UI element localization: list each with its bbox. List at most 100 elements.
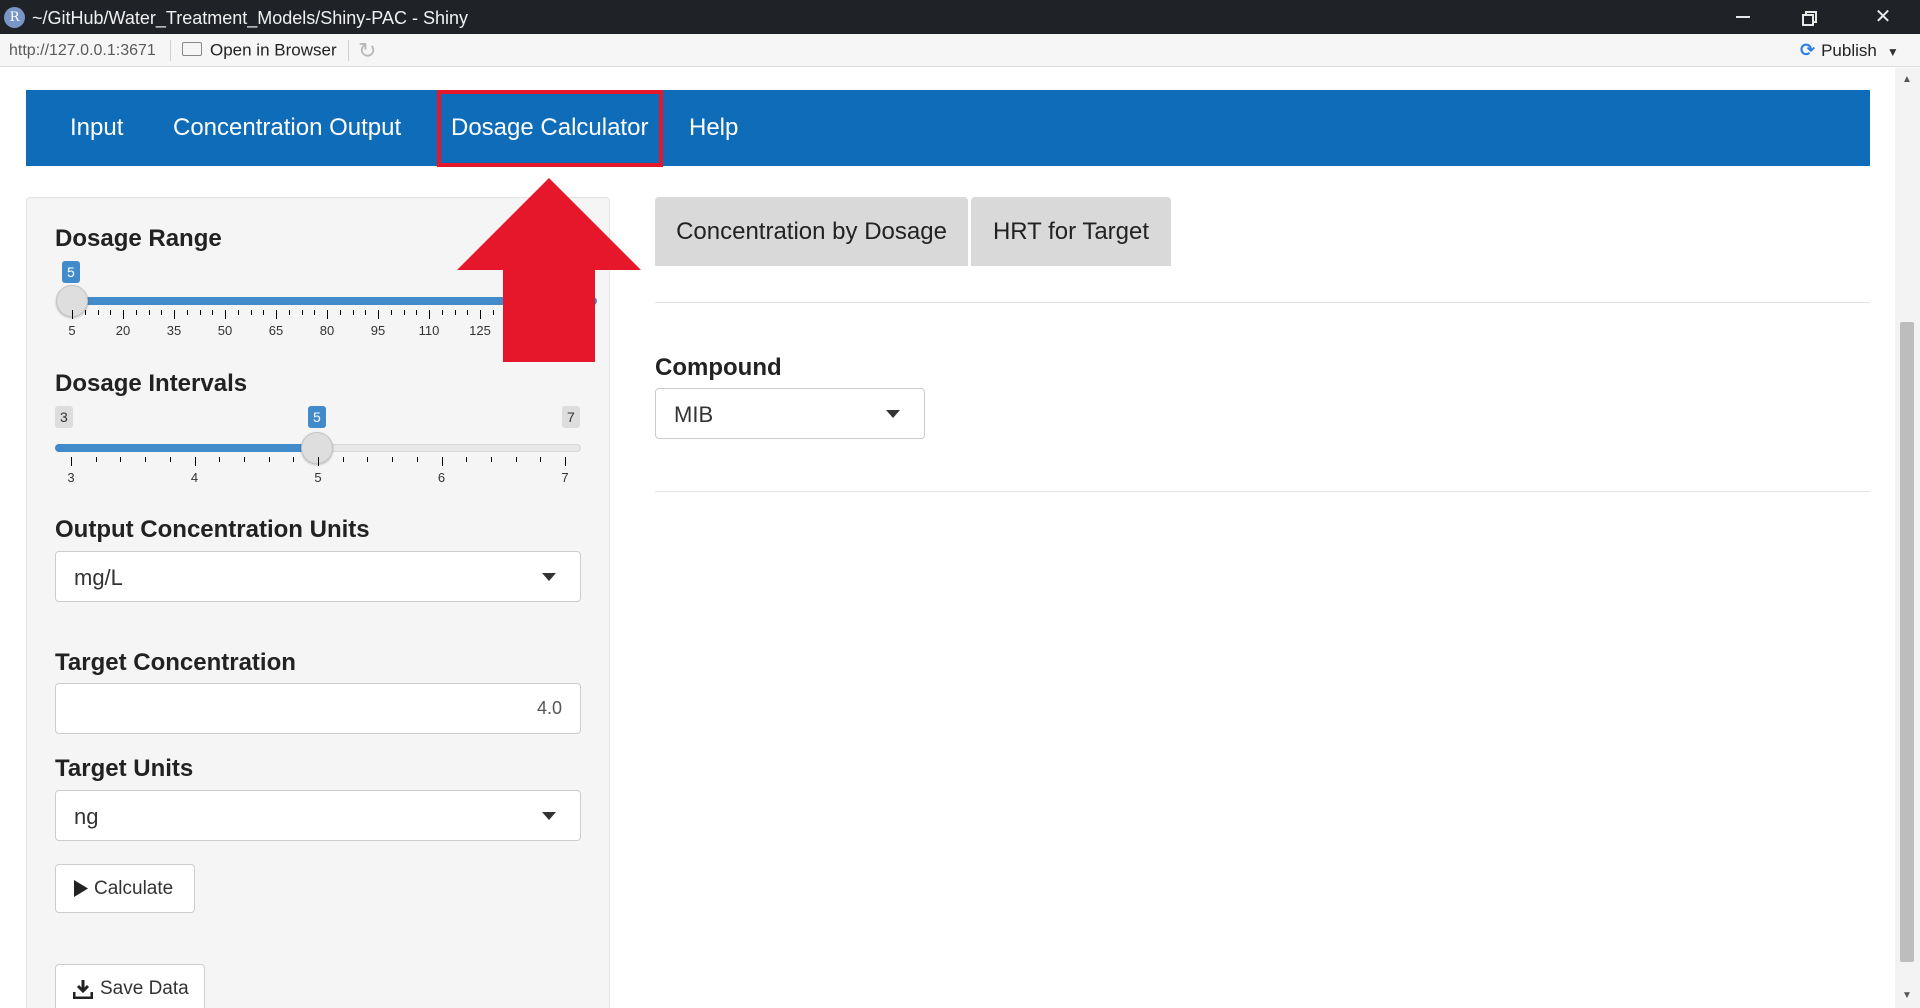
slider-minor-tick xyxy=(454,310,456,315)
slider-tick-label: 5 xyxy=(314,470,322,485)
publish-button[interactable]: ⟳ Publish ▼ xyxy=(1800,40,1899,61)
window-title: ~/GitHub/Water_Treatment_Models/Shiny-PA… xyxy=(32,8,468,28)
slider-minor-tick xyxy=(416,457,418,462)
highlight-box xyxy=(437,90,663,167)
url-display: http://127.0.0.1:3671 xyxy=(9,42,156,59)
restore-icon[interactable] xyxy=(1790,4,1832,30)
scrollbar-thumb[interactable] xyxy=(1900,322,1914,962)
slider-minor-tick xyxy=(120,457,122,462)
save-data-label: Save Data xyxy=(100,978,189,999)
chevron-down-icon xyxy=(542,812,556,820)
target-units-label: Target Units xyxy=(55,755,194,782)
slider-minor-tick xyxy=(490,457,492,462)
calculate-label: Calculate xyxy=(94,878,174,899)
dosage-intervals-min-badge: 3 xyxy=(55,406,73,428)
slider-minor-tick xyxy=(540,457,542,462)
slider-minor-tick xyxy=(219,457,221,462)
slider-tick-label: 80 xyxy=(319,323,335,338)
section-divider xyxy=(655,302,1870,303)
slider-major-tick xyxy=(318,457,319,466)
slider-major-tick xyxy=(225,310,226,319)
r-app-icon: R xyxy=(4,7,25,28)
calculate-button[interactable]: Calculate xyxy=(55,864,195,913)
dosage-intervals-value-badge: 5 xyxy=(308,406,326,428)
nav-tab-concentration-output[interactable]: Concentration Output xyxy=(173,90,401,166)
slider-minor-tick xyxy=(342,457,344,462)
chevron-down-icon xyxy=(886,410,900,418)
slider-tick-label: 7 xyxy=(561,470,569,485)
vertical-scrollbar[interactable]: ▲ ▼ xyxy=(1895,68,1920,1008)
slider-major-tick xyxy=(71,457,72,466)
red-arrow-annotation xyxy=(457,178,641,362)
slider-tick-label: 50 xyxy=(217,323,233,338)
slider-minor-tick xyxy=(314,310,316,315)
dosage-range-label: Dosage Range xyxy=(55,225,222,252)
target-units-value: ng xyxy=(74,804,99,829)
tab-hrt-for-target[interactable]: HRT for Target xyxy=(971,197,1171,266)
slider-minor-tick xyxy=(243,457,245,462)
slider-minor-tick xyxy=(441,310,443,315)
slider-minor-tick xyxy=(301,310,303,315)
slider-major-tick xyxy=(72,310,73,319)
open-in-browser-button[interactable]: Open in Browser xyxy=(182,40,337,62)
slider-tick-label: 110 xyxy=(418,323,440,338)
refresh-icon[interactable]: ↻ xyxy=(358,38,376,64)
slider-tick-label: 3 xyxy=(67,470,75,485)
dosage-intervals-slider-fill xyxy=(55,444,318,452)
compound-value: MIB xyxy=(674,402,714,427)
slider-major-tick xyxy=(441,457,443,466)
slider-tick-label: 35 xyxy=(166,323,182,338)
save-data-button[interactable]: Save Data xyxy=(55,964,205,1008)
dosage-intervals-slider-handle[interactable] xyxy=(301,432,333,464)
slider-minor-tick xyxy=(110,310,112,315)
section-divider xyxy=(655,491,1870,492)
close-icon[interactable]: ✕ xyxy=(1862,4,1904,30)
slider-major-tick xyxy=(565,457,566,466)
nav-tab-help[interactable]: Help xyxy=(689,90,738,166)
slider-major-tick xyxy=(378,310,379,319)
slider-minor-tick xyxy=(148,310,150,315)
output-units-select[interactable]: mg/L xyxy=(55,551,581,602)
dosage-intervals-max-badge: 7 xyxy=(562,406,580,428)
target-concentration-input[interactable] xyxy=(56,684,580,733)
slider-minor-tick xyxy=(84,310,86,315)
slider-minor-tick xyxy=(365,310,367,315)
slider-tick-label: 95 xyxy=(370,323,386,338)
open-in-browser-label: Open in Browser xyxy=(210,40,337,60)
tab-concentration-by-dosage[interactable]: Concentration by Dosage xyxy=(655,197,968,266)
dosage-intervals-label: Dosage Intervals xyxy=(55,370,248,397)
slider-minor-tick xyxy=(288,310,290,315)
compound-select[interactable]: MIB xyxy=(655,388,925,439)
dosage-range-value-badge: 5 xyxy=(62,261,80,283)
toolbar-divider xyxy=(348,40,349,61)
slider-minor-tick xyxy=(392,457,394,462)
slider-minor-tick xyxy=(95,457,97,462)
slider-tick-label: 6 xyxy=(437,470,446,485)
slider-minor-tick xyxy=(169,457,171,462)
slider-minor-tick xyxy=(97,310,99,315)
slider-tick-label: 5 xyxy=(68,323,76,338)
slider-minor-tick xyxy=(212,310,214,315)
slider-minor-tick xyxy=(390,310,392,315)
scroll-down-icon[interactable]: ▼ xyxy=(1902,990,1912,1001)
minimize-icon[interactable] xyxy=(1722,4,1764,30)
target-units-select[interactable]: ng xyxy=(55,790,581,841)
output-units-label: Output Concentration Units xyxy=(55,516,370,543)
slider-tick-label: 4 xyxy=(190,470,199,485)
slider-minor-tick xyxy=(466,457,468,462)
target-concentration-label: Target Concentration xyxy=(55,649,296,676)
slider-major-tick xyxy=(194,457,196,466)
toolbar-divider xyxy=(170,40,171,61)
publish-label: Publish xyxy=(1821,41,1877,60)
slider-minor-tick xyxy=(237,310,239,315)
target-concentration-input-box[interactable] xyxy=(55,683,581,734)
slider-minor-tick xyxy=(268,457,270,462)
nav-tab-input[interactable]: Input xyxy=(70,90,123,166)
chevron-down-icon[interactable]: ▼ xyxy=(1887,45,1899,59)
play-icon xyxy=(74,880,88,897)
scroll-up-icon[interactable]: ▲ xyxy=(1902,74,1912,85)
slider-minor-tick xyxy=(145,457,147,462)
slider-major-tick xyxy=(123,310,124,319)
slider-minor-tick xyxy=(339,310,341,315)
download-icon xyxy=(73,980,93,999)
